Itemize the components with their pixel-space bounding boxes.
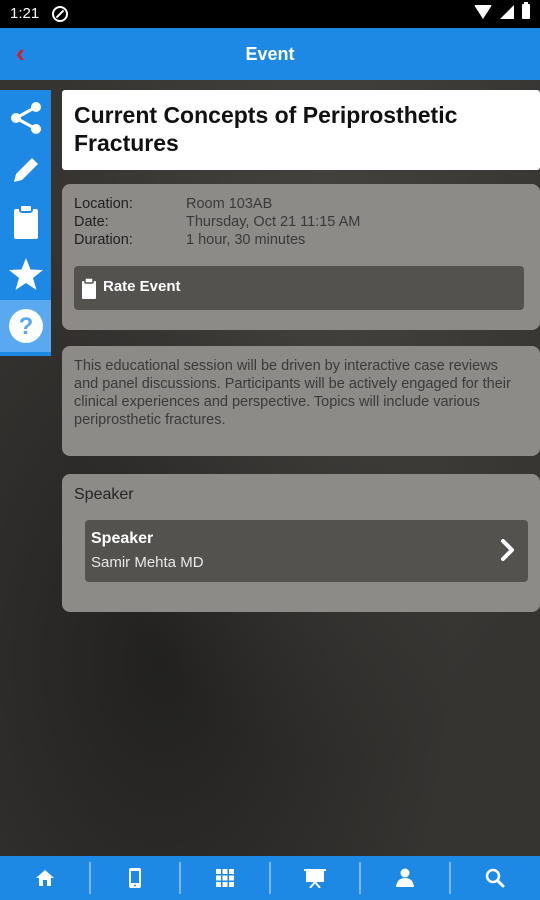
speaker-role: Speaker xyxy=(91,530,154,547)
clipboard-icon xyxy=(82,278,96,299)
battery-icon xyxy=(522,2,530,19)
event-title: Current Concepts of Periprosthetic Fract… xyxy=(74,102,458,156)
event-info-card: Location: Room 103AB Date: Thursday, Oct… xyxy=(62,184,540,330)
speaker-row[interactable]: Speaker Samir Mehta MD xyxy=(85,520,528,582)
home-icon xyxy=(36,870,54,886)
search-icon xyxy=(485,868,505,888)
grid-icon xyxy=(216,869,234,887)
wifi-icon xyxy=(474,4,492,19)
page-title: Event xyxy=(245,44,295,64)
signal-icon xyxy=(500,4,514,19)
nav-grid[interactable] xyxy=(180,856,270,900)
status-time: 1:21 xyxy=(10,5,40,22)
bottom-nav xyxy=(0,856,540,900)
nav-person[interactable] xyxy=(360,856,450,900)
help-button[interactable]: ? xyxy=(0,300,51,352)
date-value: Thursday, Oct 21 11:15 AM xyxy=(186,214,361,230)
phone-icon xyxy=(129,868,141,888)
presentation-icon xyxy=(304,869,326,888)
clipboard-button[interactable] xyxy=(0,196,51,248)
nav-home[interactable] xyxy=(0,856,90,900)
duration-value: 1 hour, 30 minutes xyxy=(186,232,306,248)
share-button[interactable] xyxy=(0,92,51,144)
duration-label: Duration: xyxy=(74,232,133,248)
star-icon xyxy=(8,258,43,290)
edit-button[interactable] xyxy=(0,144,51,196)
rate-event-label: Rate Event xyxy=(103,278,181,295)
nav-presentation[interactable] xyxy=(270,856,360,900)
date-label: Date: xyxy=(74,214,109,230)
svg-text:?: ? xyxy=(18,313,33,340)
location-value: Room 103AB xyxy=(186,196,273,212)
share-icon xyxy=(10,102,41,134)
nav-phone[interactable] xyxy=(90,856,180,900)
question-icon: ? xyxy=(8,309,43,343)
favorite-button[interactable] xyxy=(0,248,51,300)
pencil-icon xyxy=(13,158,38,182)
speaker-name: Samir Mehta MD xyxy=(91,554,204,571)
speaker-card: Speaker Speaker Samir Mehta MD xyxy=(62,474,540,612)
speaker-heading: Speaker xyxy=(74,486,134,503)
event-description: This educational session will be driven … xyxy=(74,358,511,428)
description-card: This educational session will be driven … xyxy=(62,346,540,456)
app-bar: ‹ Event xyxy=(0,28,540,80)
clipboard-icon xyxy=(13,204,38,239)
rate-event-button[interactable]: Rate Event xyxy=(74,266,524,310)
nav-search[interactable] xyxy=(450,856,540,900)
location-label: Location: xyxy=(74,196,133,212)
event-title-card: Current Concepts of Periprosthetic Fract… xyxy=(62,90,540,170)
do-not-disturb-icon xyxy=(52,6,68,22)
person-icon xyxy=(396,868,414,887)
status-bar: 1:21 xyxy=(0,0,540,28)
action-sidebar: ? xyxy=(0,90,51,356)
chevron-right-icon xyxy=(501,539,514,561)
